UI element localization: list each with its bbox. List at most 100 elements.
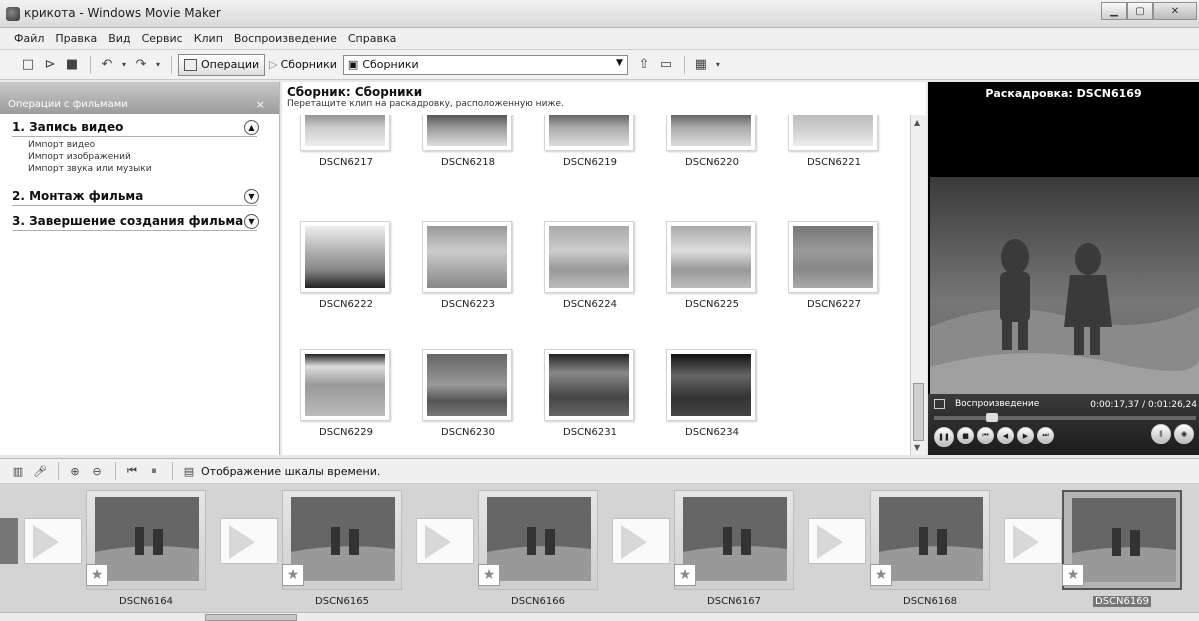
narrate-icon[interactable]: 🎤︎ <box>30 462 50 480</box>
redo-dropdown-icon[interactable]: ▾ <box>153 56 163 74</box>
scroll-up-icon[interactable]: ▲ <box>914 118 920 127</box>
pause-button[interactable]: ❚❚ <box>934 427 954 447</box>
toolbar-separator <box>90 55 91 74</box>
clip-thumbnail[interactable]: DSCN6229 <box>300 349 392 438</box>
undo-icon[interactable]: ↶ <box>97 56 117 74</box>
transition-slot[interactable] <box>808 518 866 564</box>
play-storyboard-icon[interactable]: ⏸ <box>144 462 164 480</box>
collection-select[interactable]: ▣ Сборники ▼ <box>342 54 628 75</box>
menu-view[interactable]: Вид <box>108 32 130 45</box>
import-pictures-link[interactable]: Импорт изображений <box>28 151 279 163</box>
transition-slot[interactable] <box>24 518 82 564</box>
seek-bar[interactable] <box>934 413 1196 422</box>
scrollbar-thumb[interactable] <box>913 383 924 441</box>
collections-label: Сборники <box>280 58 337 71</box>
redo-icon[interactable]: ↷ <box>131 56 151 74</box>
task-section-finish[interactable]: 3. Завершение создания фильма ▼ <box>12 214 259 231</box>
views-icon[interactable]: ▦ <box>691 56 711 74</box>
menu-playback[interactable]: Воспроизведение <box>234 32 337 45</box>
clip-label: DSCN6223 <box>441 299 495 310</box>
transition-slot[interactable] <box>416 518 474 564</box>
clip-thumbnail[interactable]: DSCN6222 <box>300 221 392 310</box>
zoom-in-icon[interactable]: ⊕ <box>65 462 85 480</box>
open-project-icon[interactable]: ⊳ <box>40 56 60 74</box>
scrollbar-thumb[interactable] <box>205 614 297 621</box>
task-section-capture[interactable]: 1. Запись видео ▲ <box>12 120 259 137</box>
transition-slot[interactable] <box>612 518 670 564</box>
clip-thumbnail[interactable]: DSCN6230 <box>422 349 514 438</box>
scroll-down-icon[interactable]: ▼ <box>914 443 920 452</box>
clip-thumbnail[interactable]: DSCN6219 <box>544 115 636 168</box>
clip-thumbnail[interactable]: DSCN6234 <box>666 349 758 438</box>
task-section-edit[interactable]: 2. Монтаж фильма ▼ <box>12 189 259 206</box>
clip-thumbnail[interactable]: DSCN6217 <box>300 115 392 168</box>
new-project-icon[interactable]: □ <box>18 56 38 74</box>
zoom-out-icon[interactable]: ⊖ <box>87 462 107 480</box>
save-project-icon[interactable]: ■ <box>62 56 82 74</box>
collections-button[interactable]: ▷ Сборники <box>269 58 337 71</box>
chevron-down-icon[interactable]: ▼ <box>244 214 259 229</box>
previous-frame-button[interactable]: ⏮ <box>977 427 994 444</box>
menu-edit[interactable]: Правка <box>55 32 97 45</box>
seek-handle[interactable] <box>986 413 998 422</box>
clip-thumbnail[interactable]: DSCN6218 <box>422 115 514 168</box>
collection-scrollbar[interactable]: ▲ ▼ <box>910 115 926 455</box>
clip-thumbnail[interactable]: DSCN6224 <box>544 221 636 310</box>
menu-tools[interactable]: Сервис <box>142 32 183 45</box>
set-audio-levels-icon[interactable]: ▥ <box>8 462 28 480</box>
chevron-up-icon[interactable]: ▲ <box>244 120 259 135</box>
clip-thumbnail[interactable]: DSCN6220 <box>666 115 758 168</box>
clip-thumbnail[interactable]: DSCN6227 <box>788 221 880 310</box>
storyboard-clip[interactable]: ★ DSCN6164 <box>86 490 206 608</box>
storyboard-scrollbar[interactable] <box>0 612 1199 621</box>
new-folder-icon[interactable]: ▭ <box>656 56 676 74</box>
menu-help[interactable]: Справка <box>348 32 396 45</box>
rewind-button[interactable]: ◀ <box>997 427 1014 444</box>
storyboard-clip[interactable]: ★ DSCN6165 <box>282 490 402 608</box>
undo-dropdown-icon[interactable]: ▾ <box>119 56 129 74</box>
storyboard-clip[interactable]: ★ DSCN6167 <box>674 490 794 608</box>
views-dropdown-icon[interactable]: ▾ <box>713 56 723 74</box>
show-timeline-link[interactable]: Отображение шкалы времени. <box>201 465 380 478</box>
effect-star-icon[interactable]: ★ <box>86 564 108 586</box>
clip-label: DSCN6231 <box>563 427 617 438</box>
transition-slot[interactable] <box>220 518 278 564</box>
fullscreen-icon[interactable] <box>934 399 945 409</box>
menu-clip[interactable]: Клип <box>194 32 223 45</box>
effect-star-icon[interactable]: ★ <box>1062 564 1084 586</box>
effect-star-icon[interactable]: ★ <box>282 564 304 586</box>
close-icon[interactable]: × <box>256 98 265 111</box>
clip-controls: ⫼ ◉ <box>1151 424 1197 444</box>
import-audio-link[interactable]: Импорт звука или музыки <box>28 163 279 175</box>
snapshot-button[interactable]: ◉ <box>1174 424 1194 444</box>
menu-file[interactable]: Файл <box>14 32 44 45</box>
timeline-icon[interactable]: ▤ <box>179 462 199 480</box>
storyboard-clip[interactable]: ★ DSCN6166 <box>478 490 598 608</box>
clip-thumbnail[interactable]: DSCN6223 <box>422 221 514 310</box>
storyboard-clip-selected[interactable]: ★ DSCN6169 <box>1062 490 1182 608</box>
storyboard-clip[interactable]: ★ DSCN6168 <box>870 490 990 608</box>
effect-star-icon[interactable]: ★ <box>870 564 892 586</box>
effect-star-icon[interactable]: ★ <box>674 564 696 586</box>
maximize-button[interactable]: ▢ <box>1127 2 1153 20</box>
operations-button[interactable]: Операции <box>178 53 266 76</box>
storyboard: ★ DSCN6164 ★ DSCN6165 ★ DSCN6166 ★ DSCN6… <box>0 484 1199 612</box>
close-button[interactable]: ✕ <box>1153 2 1197 20</box>
minimize-button[interactable]: ▁ <box>1101 2 1127 20</box>
clip-label-text: DSCN6169 <box>1093 596 1151 607</box>
transition-slot[interactable] <box>1004 518 1062 564</box>
rewind-storyboard-icon[interactable]: ⏮ <box>122 462 142 480</box>
forward-button[interactable]: ▶ <box>1017 427 1034 444</box>
clip-thumbnail[interactable]: DSCN6221 <box>788 115 880 168</box>
clip-thumbnail[interactable]: DSCN6225 <box>666 221 758 310</box>
stop-button[interactable]: ■ <box>957 427 974 444</box>
effect-star-icon[interactable]: ★ <box>478 564 500 586</box>
clip-label: DSCN6169 <box>1062 596 1182 607</box>
up-level-icon[interactable]: ⇧ <box>634 56 654 74</box>
toolbar-separator <box>172 462 173 480</box>
next-frame-button[interactable]: ⏭ <box>1037 427 1054 444</box>
import-video-link[interactable]: Импорт видео <box>28 139 279 151</box>
clip-thumbnail[interactable]: DSCN6231 <box>544 349 636 438</box>
split-clip-button[interactable]: ⫼ <box>1151 424 1171 444</box>
chevron-down-icon[interactable]: ▼ <box>244 189 259 204</box>
